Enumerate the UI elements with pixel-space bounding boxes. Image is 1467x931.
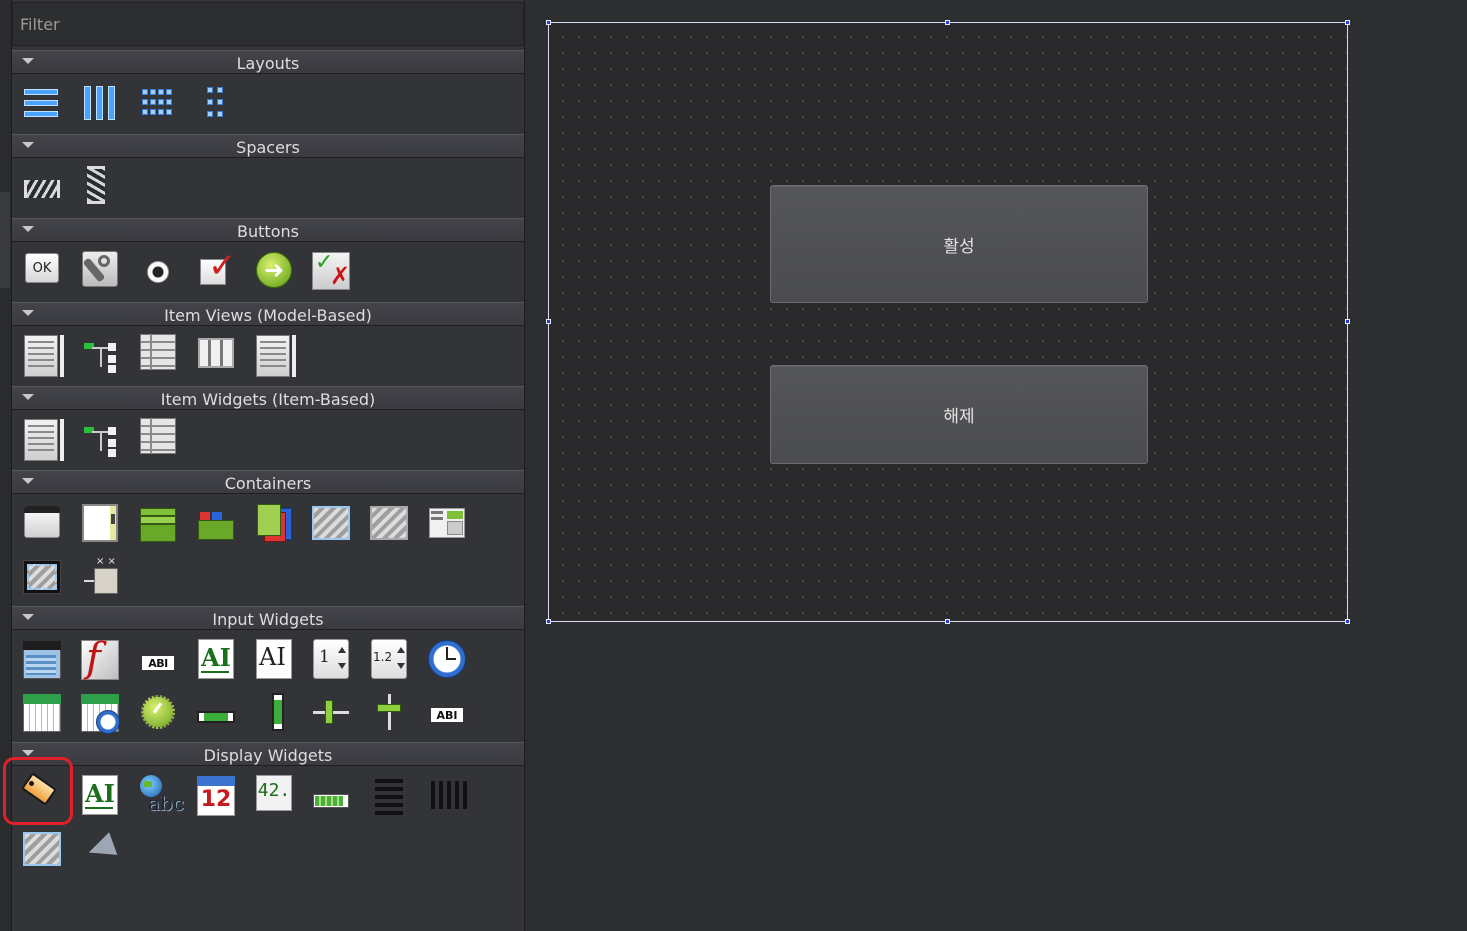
horizontal-line-icon[interactable] — [367, 773, 411, 817]
tool-box-icon[interactable] — [136, 502, 180, 546]
filter-input[interactable] — [13, 3, 523, 45]
radio-button-icon[interactable] — [136, 250, 180, 294]
date-edit-icon[interactable] — [20, 690, 64, 734]
quick-widget-icon[interactable] — [78, 826, 122, 870]
category-title: Buttons — [237, 222, 299, 241]
category-header-layouts[interactable]: Layouts — [12, 50, 524, 74]
qaxwidget-icon[interactable]: × × — [78, 554, 122, 598]
resize-handle-top-left[interactable] — [546, 20, 551, 25]
spin-box-icon[interactable]: 1 — [309, 637, 353, 681]
tree-view-icon[interactable] — [78, 333, 122, 377]
dial-icon[interactable] — [136, 690, 180, 734]
tool-button-icon[interactable] — [78, 247, 122, 291]
text-browser-icon[interactable]: AI — [78, 773, 122, 817]
key-sequence-edit-icon[interactable]: ABI — [425, 692, 469, 736]
push-button-icon[interactable]: OK — [20, 246, 64, 290]
horizontal-spacer-icon[interactable] — [20, 166, 64, 210]
lcd-number-icon[interactable]: 42. — [252, 771, 296, 815]
font-combo-box-icon[interactable]: f — [78, 635, 122, 681]
vertical-line-icon[interactable] — [425, 773, 469, 817]
category-title: Display Widgets — [203, 746, 333, 765]
group-box-icon[interactable] — [20, 500, 64, 544]
resize-handle-right[interactable] — [1345, 319, 1350, 324]
calendar-widget-icon[interactable]: 12 — [194, 773, 238, 817]
horizontal-scroll-bar-icon[interactable] — [194, 695, 238, 739]
grid-layout-icon[interactable] — [136, 81, 180, 125]
category-header-input-widgets[interactable]: Input Widgets — [12, 606, 524, 630]
widget-box-panel: Layouts Spacers Buttons OK — [3, 0, 525, 931]
category-title: Spacers — [236, 138, 300, 157]
vertical-layout-icon[interactable] — [20, 81, 64, 125]
list-view-icon[interactable] — [20, 333, 64, 377]
category-title: Layouts — [236, 54, 300, 73]
category-header-display-widgets[interactable]: Display Widgets — [12, 742, 524, 766]
plain-text-edit-icon[interactable]: AI — [252, 637, 296, 681]
dock-widget-icon[interactable] — [20, 554, 64, 598]
table-view-icon[interactable] — [136, 330, 180, 374]
time-edit-icon[interactable] — [425, 637, 469, 681]
text-edit-icon[interactable]: AI — [194, 637, 238, 681]
resize-handle-bottom-right[interactable] — [1345, 619, 1350, 624]
activate-button[interactable]: 활성 — [770, 185, 1148, 303]
combo-box-icon[interactable] — [20, 637, 64, 681]
resize-handle-top-right[interactable] — [1345, 20, 1350, 25]
tree-widget-icon[interactable] — [78, 417, 122, 461]
resize-handle-top[interactable] — [945, 20, 950, 25]
column-view-icon[interactable] — [194, 330, 238, 374]
vertical-scroll-bar-icon[interactable] — [256, 690, 300, 734]
category-title: Containers — [224, 474, 312, 493]
list-widget-icon[interactable] — [20, 417, 64, 461]
double-spin-box-icon[interactable]: 1.2 — [367, 637, 411, 681]
category-header-spacers[interactable]: Spacers — [12, 134, 524, 158]
check-box-icon[interactable]: ✓ — [194, 247, 238, 291]
scroll-area-icon[interactable] — [78, 500, 122, 544]
category-title: Item Views (Model-Based) — [164, 306, 372, 325]
graphics-view-icon[interactable]: abc — [136, 773, 184, 817]
form-layout-icon[interactable] — [193, 81, 237, 125]
deactivate-button[interactable]: 해제 — [770, 365, 1148, 464]
frame-icon[interactable] — [309, 500, 353, 544]
date-time-edit-icon[interactable] — [78, 690, 122, 734]
category-header-item-views[interactable]: Item Views (Model-Based) — [12, 302, 524, 326]
vertical-slider-icon[interactable] — [367, 690, 411, 734]
dock-splitter-handle[interactable] — [0, 192, 10, 288]
resize-handle-left[interactable] — [546, 319, 551, 324]
line-edit-icon[interactable]: ABI — [136, 640, 180, 684]
progress-bar-icon[interactable] — [309, 778, 353, 822]
horizontal-layout-icon[interactable] — [78, 81, 122, 125]
category-title: Item Widgets (Item-Based) — [160, 390, 376, 409]
dialog-button-box-icon[interactable]: ✓ ✗ — [309, 248, 353, 292]
horizontal-slider-icon[interactable] — [309, 690, 353, 734]
command-link-button-icon[interactable]: ➜ — [252, 248, 296, 292]
category-title: Input Widgets — [212, 610, 324, 629]
filter-field[interactable] — [12, 2, 524, 46]
category-header-item-widgets[interactable]: Item Widgets (Item-Based) — [12, 386, 524, 410]
label-icon[interactable] — [3, 757, 73, 825]
resize-handle-bottom[interactable] — [945, 619, 950, 624]
form-canvas[interactable]: 활성 해제 — [548, 22, 1348, 622]
category-header-buttons[interactable]: Buttons — [12, 218, 524, 242]
undo-view-icon[interactable] — [252, 333, 296, 377]
stacked-widget-icon[interactable] — [252, 500, 296, 544]
table-widget-icon[interactable] — [136, 414, 180, 458]
category-header-containers[interactable]: Containers — [12, 470, 524, 494]
widget-icon[interactable] — [367, 500, 411, 544]
vertical-spacer-icon[interactable] — [74, 163, 118, 207]
opengl-widget-icon[interactable] — [20, 826, 64, 870]
mdi-area-icon[interactable] — [425, 500, 469, 544]
resize-handle-bottom-left[interactable] — [546, 619, 551, 624]
tab-widget-icon[interactable] — [194, 502, 238, 546]
